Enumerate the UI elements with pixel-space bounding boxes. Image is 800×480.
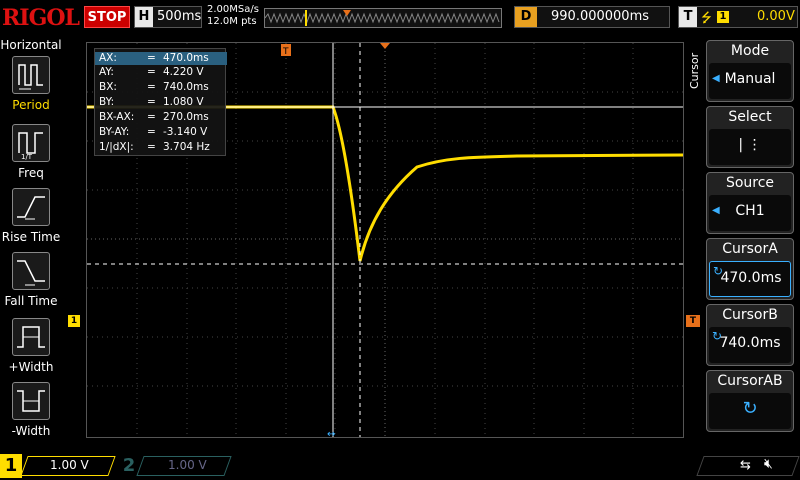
readout-row: 1/|dX|: = 3.704 Hz: [99, 141, 210, 153]
trigger-level-marker[interactable]: T: [686, 315, 700, 327]
period-icon: [12, 56, 50, 94]
knob-icon: ↻: [742, 398, 758, 419]
svg-text:1/T: 1/T: [21, 153, 33, 161]
menu-cursor-ab[interactable]: CursorAB ↻: [706, 370, 794, 432]
rise-time-icon: [12, 188, 50, 226]
delay-display[interactable]: D 990.000000ms: [514, 6, 670, 28]
measure-sidebar: Horizontal Period 1/T Freq Rise Time Fal…: [0, 36, 62, 448]
readout-row: AX: = 470.0ms: [95, 52, 227, 65]
svg-text:T: T: [282, 47, 289, 57]
trigger-source: 1: [717, 11, 729, 23]
measure-frequency[interactable]: 1/T Freq: [0, 124, 62, 186]
cursor-ab-marker: ↔: [327, 429, 335, 437]
menu-item-title: Source: [725, 175, 775, 191]
measure-label: Fall Time: [4, 294, 58, 308]
rising-edge-icon: ⭍: [701, 11, 712, 26]
measure-label: Period: [12, 98, 50, 112]
menu-item-title: CursorAB: [717, 373, 783, 389]
menu-select[interactable]: Select | ⋮: [706, 106, 794, 168]
cursor-readout-panel: AX: = 470.0ms AY: = 4.220 V BX: = 740.0ms BY: =…: [94, 48, 227, 156]
cursor-b-value: 740.0ms: [719, 335, 781, 351]
rigol-logo: RIGOL: [2, 5, 80, 31]
source-value: CH1: [735, 203, 765, 219]
menu-item-title: Select: [728, 109, 772, 125]
top-status-bar: RIGOL STOP H 500ms 2.00MSa/s 12.0M pts D…: [0, 0, 800, 36]
measure-category-title: Horizontal: [0, 38, 62, 52]
trigger-level: 0.00V: [757, 9, 795, 24]
measure-period[interactable]: Period: [0, 56, 62, 118]
readout-row: BX: = 740.0ms: [99, 81, 209, 93]
menu-item-value-box: ◀ Manual: [709, 63, 791, 99]
cursor-a-value: 470.0ms: [720, 270, 782, 286]
measure-negative-width[interactable]: -Width: [0, 382, 62, 444]
readout-row: AY: = 4.220 V: [99, 66, 204, 78]
ch1-badge[interactable]: 1: [0, 454, 22, 478]
measure-fall-time[interactable]: Fall Time: [0, 252, 62, 314]
trigger-display[interactable]: T ⭍ 1 0.00V: [678, 6, 798, 28]
menu-cursor-b[interactable]: CursorB ↻ 740.0ms: [706, 304, 794, 366]
measure-label: Freq: [18, 166, 44, 180]
menu-source[interactable]: Source ◀ CH1: [706, 172, 794, 234]
measure-positive-width[interactable]: +Width: [0, 318, 62, 380]
center-marker: [380, 43, 390, 49]
measure-label: Rise Time: [1, 230, 61, 244]
select-value: | ⋮: [738, 137, 762, 153]
negative-width-icon: [12, 382, 50, 420]
menu-item-title: Mode: [730, 43, 770, 59]
memory-overview-strip: [264, 8, 502, 28]
run-stop-indicator[interactable]: STOP: [84, 6, 130, 28]
menu-item-value-box: ↻ 470.0ms: [709, 261, 791, 297]
delay-key: D: [515, 7, 537, 27]
positive-width-icon: [12, 318, 50, 356]
menu-cursor-a[interactable]: CursorA ↻ 470.0ms: [706, 238, 794, 300]
fall-time-icon: [12, 252, 50, 290]
sample-rate: 2.00MSa/s: [207, 4, 259, 15]
speaker-muted-icon[interactable]: 🔇︎: [764, 456, 773, 472]
cursor-menu-tab: Cursor: [688, 52, 701, 90]
delay-value: 990.000000ms: [551, 9, 650, 24]
measure-rise-time[interactable]: Rise Time: [0, 188, 62, 250]
timebase-key: H: [135, 7, 153, 27]
menu-mode[interactable]: Mode ◀ Manual: [706, 40, 794, 102]
ch1-scale: 1.00 V: [50, 458, 89, 472]
menu-item-value-box: ↻: [709, 393, 791, 429]
readout-row: BY: = 1.080 V: [99, 96, 204, 108]
memory-depth: 12.0M pts: [207, 16, 257, 27]
ch1-offset-marker[interactable]: 1: [68, 315, 80, 327]
measure-label: -Width: [11, 424, 51, 438]
timebase-display[interactable]: H 500ms: [134, 6, 202, 28]
menu-item-value-box: ◀ CH1: [709, 195, 791, 231]
menu-item-value-box: ↻ 740.0ms: [709, 327, 791, 363]
readout-row: BY-AY: = -3.140 V: [99, 126, 208, 138]
mode-value: Manual: [724, 71, 776, 87]
sample-info: 2.00MSa/s 12.0M pts: [207, 4, 259, 28]
trigger-position-marker: [343, 10, 351, 16]
ch2-scale: 1.00 V: [168, 458, 207, 472]
readout-row: BX-AX: = 270.0ms: [99, 111, 209, 123]
measure-label: +Width: [8, 360, 54, 374]
frequency-icon: 1/T: [12, 124, 50, 162]
timebase-value: 500ms: [157, 9, 202, 24]
channel-status-bar: 1 1.00 V 2 1.00 V ⇆ 🔇︎: [0, 452, 800, 480]
trigger-time-marker: T: [281, 44, 291, 57]
menu-item-title: CursorA: [722, 241, 778, 257]
menu-item-title: CursorB: [722, 307, 778, 323]
menu-item-value-box: | ⋮: [709, 129, 791, 165]
trigger-key: T: [679, 7, 697, 27]
usb-icon: ⇆: [740, 458, 751, 473]
